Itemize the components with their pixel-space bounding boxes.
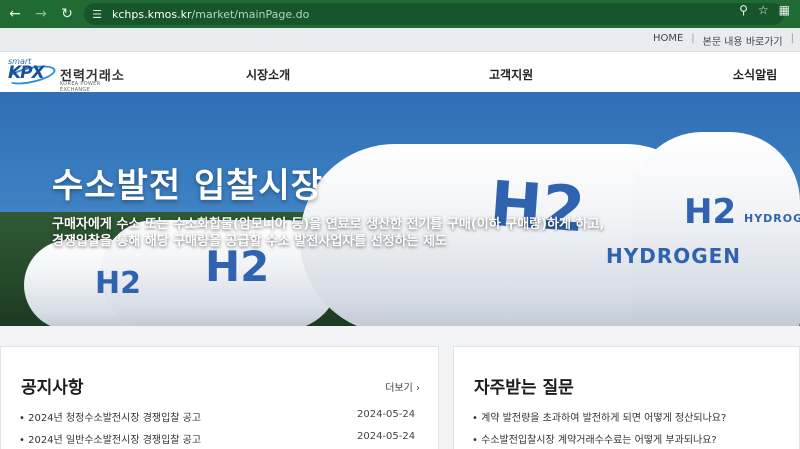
tank-h2-label: H2 bbox=[95, 266, 141, 301]
faq-item-question: 수소발전입찰시장 계약거래수수료는 어떻게 부과되나요? bbox=[481, 435, 717, 446]
url-text[interactable]: kchps.kmos.kr/market/mainPage.do bbox=[112, 8, 309, 21]
utility-bar: HOME | 본문 내용 바로가기 | bbox=[0, 28, 800, 52]
notice-item-date: 2024-05-24 bbox=[357, 409, 416, 420]
url-path: /market/mainPage.do bbox=[191, 7, 310, 21]
home-link[interactable]: HOME bbox=[653, 33, 683, 48]
faq-panel: 자주받는 질문 • 계약 발전량을 초과하여 발전하게 되면 어떻게 정산되나요… bbox=[453, 346, 800, 449]
faq-item[interactable]: • 계약 발전량을 초과하여 발전하게 되면 어떻게 정산되나요? bbox=[472, 409, 792, 424]
notice-item[interactable]: • 2024년 청정수소발전시장 경쟁입찰 공고 2024-05-24 bbox=[19, 409, 419, 424]
tank-hydrogen-label: HYDROG bbox=[744, 212, 800, 225]
skip-to-content-link[interactable]: 본문 내용 바로가기 bbox=[703, 33, 783, 48]
back-icon[interactable]: ← bbox=[4, 3, 26, 25]
bullet-icon: • bbox=[472, 435, 478, 446]
zoom-icon[interactable]: ⚲ bbox=[739, 3, 748, 17]
forward-icon[interactable]: → bbox=[30, 3, 52, 25]
tank-hydrogen-label: HYDROGEN bbox=[606, 244, 742, 268]
url-actions: ⚲ ☆ ▦ bbox=[739, 3, 790, 17]
notice-title: 공지사항 bbox=[21, 378, 84, 398]
site-info-icon[interactable]: ☰ bbox=[90, 7, 104, 21]
separator: | bbox=[691, 33, 695, 44]
notice-item-title: 2024년 일반수소발전시장 경쟁입찰 공고 bbox=[28, 435, 202, 446]
star-icon[interactable]: ☆ bbox=[758, 3, 769, 17]
nav-market-intro[interactable]: 시장소개 bbox=[246, 66, 290, 83]
bullet-icon: • bbox=[472, 413, 478, 424]
notice-more-link[interactable]: 더보기 › bbox=[385, 379, 420, 394]
logo-kpx-text: KPX bbox=[8, 63, 45, 83]
hero-title: 수소발전 입찰시장 bbox=[52, 166, 324, 206]
notice-item[interactable]: • 2024년 일반수소발전시장 경쟁입찰 공고 2024-05-24 bbox=[19, 431, 419, 446]
address-bar[interactable]: ☰ kchps.kmos.kr/market/mainPage.do bbox=[84, 3, 784, 25]
faq-item-question: 계약 발전량을 초과하여 발전하게 되면 어떻게 정산되나요? bbox=[481, 413, 727, 424]
reload-icon[interactable]: ↻ bbox=[56, 3, 78, 25]
chevron-right-icon: › bbox=[416, 383, 420, 394]
bullet-icon: • bbox=[19, 435, 25, 446]
browser-toolbar: ← → ↻ ☰ kchps.kmos.kr/market/mainPage.do… bbox=[0, 0, 800, 28]
nav-news[interactable]: 소식알림 bbox=[733, 66, 777, 83]
faq-title: 자주받는 질문 bbox=[474, 378, 574, 398]
tank-h2-label-small: H2 bbox=[684, 192, 737, 232]
faq-item[interactable]: • 수소발전입찰시장 계약거래수수료는 어떻게 부과되나요? bbox=[472, 431, 792, 446]
url-host: kchps.kmos.kr bbox=[112, 7, 192, 21]
hero-desc-line-1: 구매자에게 수소 또는 수소화합물(암모니아 등)을 연료로 생산한 전기를 구… bbox=[52, 217, 605, 232]
nav-customer-support[interactable]: 고객지원 bbox=[489, 66, 533, 83]
notice-item-date: 2024-05-24 bbox=[357, 431, 416, 442]
hero-desc-line-2: 경쟁입찰을 통해 해당 구매량을 공급할 수소 발전사업자를 선정하는 제도 bbox=[52, 234, 448, 249]
bullet-icon: • bbox=[19, 413, 25, 424]
site-header: smart KPX 전력거래소 KOREA POWER EXCHANGE 시장소… bbox=[0, 52, 800, 93]
kpx-logo[interactable]: smart KPX 전력거래소 KOREA POWER EXCHANGE bbox=[4, 57, 131, 93]
hero-banner: H2 H2 H2 HYDROGEN HYDROG H2 수소발전 입찰시장 구매… bbox=[0, 92, 800, 326]
notice-more-label: 더보기 bbox=[385, 383, 413, 394]
hero-description: 구매자에게 수소 또는 수소화합물(암모니아 등)을 연료로 생산한 전기를 구… bbox=[52, 216, 604, 250]
separator: | bbox=[790, 33, 794, 44]
notice-item-title: 2024년 청정수소발전시장 경쟁입찰 공고 bbox=[28, 413, 202, 424]
extension-icon[interactable]: ▦ bbox=[779, 3, 790, 17]
notice-panel: 공지사항 더보기 › • 2024년 청정수소발전시장 경쟁입찰 공고 2024… bbox=[0, 346, 439, 449]
